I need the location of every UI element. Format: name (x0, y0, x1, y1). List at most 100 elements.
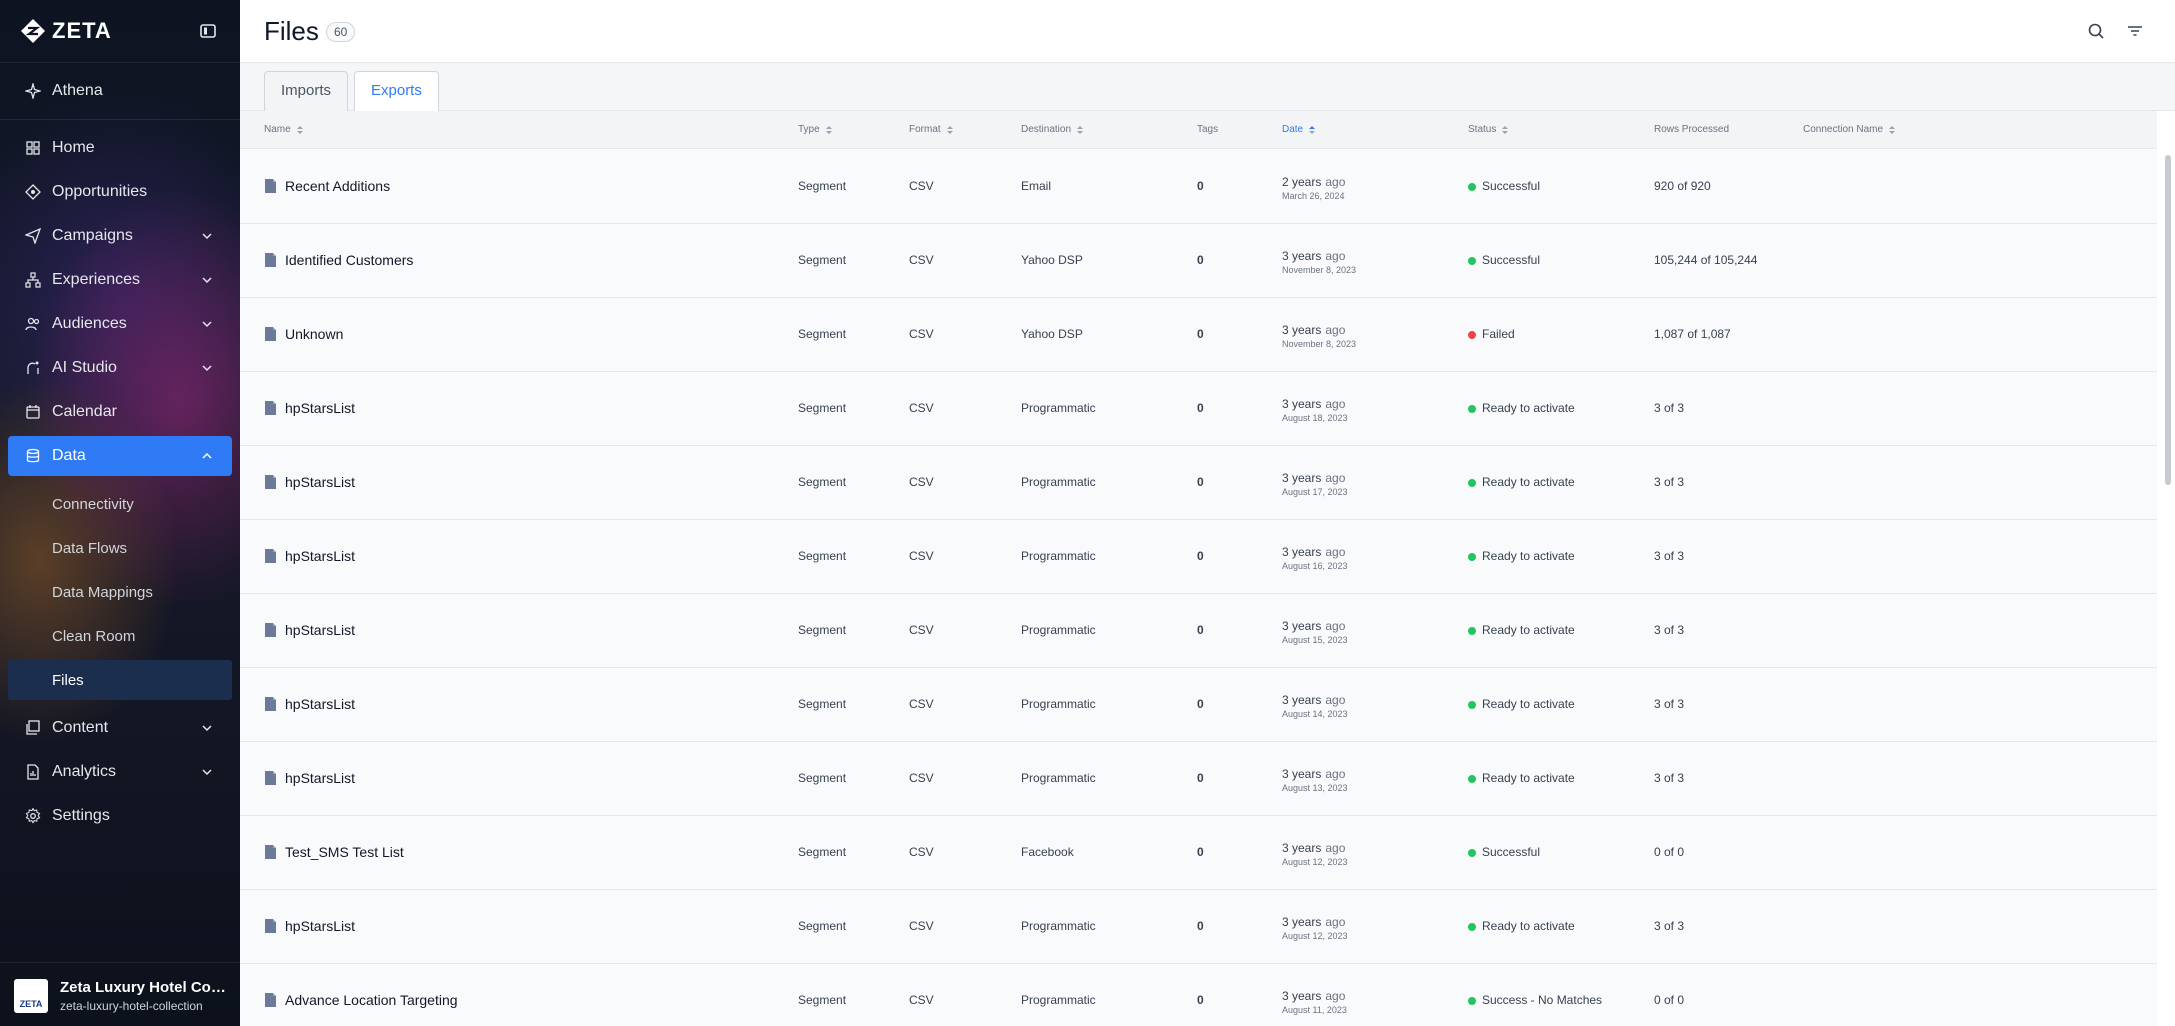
status-dot (1468, 775, 1476, 783)
cell-rows-processed: 0 of 0 (1654, 845, 1685, 859)
column-header-type[interactable]: Type (798, 124, 833, 135)
org-switcher[interactable]: ZETA Zeta Luxury Hotel Colle... zeta-lux… (0, 962, 240, 1026)
date-relative-value: 3 years (1282, 693, 1322, 707)
date-relative-value: 3 years (1282, 915, 1322, 929)
column-header-destination[interactable]: Destination (1021, 124, 1084, 135)
cell-destination: Facebook (1021, 845, 1074, 859)
file-name[interactable]: Recent Additions (285, 178, 390, 194)
cell-status: Ready to activate (1482, 401, 1575, 415)
file-name[interactable]: Advance Location Targeting (285, 992, 458, 1008)
table-header: Name Type Format Destination Tags Date S… (240, 111, 2157, 149)
file-name[interactable]: Identified Customers (285, 252, 413, 268)
sidebar-subitem-files[interactable]: Files (8, 660, 232, 700)
scrollbar-thumb[interactable] (2165, 155, 2171, 485)
file-name[interactable]: Unknown (285, 326, 343, 342)
file-name[interactable]: Test_SMS Test List (285, 844, 404, 860)
sidebar-item-label: Content (52, 719, 109, 736)
sidebar-item-analytics[interactable]: Analytics (8, 752, 232, 792)
sidebar-item-athena[interactable]: Athena (8, 71, 232, 111)
ai-studio-icon (24, 359, 42, 377)
column-header-format[interactable]: Format (909, 124, 954, 135)
table-row[interactable]: Recent Additions Segment CSV Email 0 920 of 9… (240, 150, 2157, 224)
divider (0, 62, 240, 63)
column-header-date[interactable]: Date (1282, 124, 1316, 135)
sidebar-item-calendar[interactable]: Calendar (8, 392, 232, 432)
cell-tags: 0 (1197, 401, 1204, 415)
cell-rows-processed: 1,087 of 1,087 (1654, 327, 1731, 341)
filter-icon[interactable] (2124, 20, 2146, 42)
sidebar-header: ZETA (0, 0, 240, 62)
sidebar-subitem-clean-room[interactable]: Clean Room (8, 616, 232, 656)
sidebar-item-home[interactable]: Home (8, 128, 232, 168)
brand-logo[interactable]: ZETA (20, 18, 112, 44)
chevron-down-icon (202, 769, 212, 776)
sidebar-subitem-connectivity[interactable]: Connectivity (8, 484, 232, 524)
file-name[interactable]: hpStarsList (285, 548, 355, 564)
file-name[interactable]: hpStarsList (285, 400, 355, 416)
date-relative-value: 3 years (1282, 249, 1322, 263)
sidebar-item-data[interactable]: Data (8, 436, 232, 476)
chevron-up-icon (202, 452, 212, 459)
table-row[interactable]: hpStarsList Segment CSV Programmatic 0 3 of 3… (240, 890, 2157, 964)
date-ago-suffix: ago (1325, 175, 1346, 189)
collapse-sidebar-icon[interactable] (198, 21, 218, 41)
column-header-status[interactable]: Status (1468, 124, 1509, 135)
sidebar-item-audiences[interactable]: Audiences (8, 304, 232, 344)
vertical-scrollbar[interactable] (2165, 150, 2171, 1026)
table-row[interactable]: hpStarsList Segment CSV Programmatic 0 3 of 3… (240, 520, 2157, 594)
search-icon[interactable] (2085, 20, 2107, 42)
table-row[interactable]: Unknown Segment CSV Yahoo DSP 0 1,087 of 1,08… (240, 298, 2157, 372)
column-header-connection-name[interactable]: Connection Name (1803, 124, 1896, 135)
sidebar-subitem-data-flows[interactable]: Data Flows (8, 528, 232, 568)
cell-format: CSV (909, 919, 934, 933)
table-row[interactable]: Advance Location Targeting Segment CSV Prog… (240, 964, 2157, 1026)
cell-status: Ready to activate (1482, 697, 1575, 711)
cell-date-relative: 3 years ago (1282, 989, 1345, 1003)
sidebar-item-experiences[interactable]: Experiences (8, 260, 232, 300)
cell-destination: Yahoo DSP (1021, 253, 1083, 267)
sidebar-item-content[interactable]: Content (8, 708, 232, 748)
tab-imports[interactable]: Imports (264, 71, 349, 111)
file-name[interactable]: hpStarsList (285, 918, 355, 934)
status-dot (1468, 849, 1476, 857)
table-row[interactable]: hpStarsList Segment CSV Programmatic 0 3 of 3… (240, 668, 2157, 742)
cell-status: Successful (1482, 253, 1541, 267)
sort-icon (946, 125, 953, 134)
cell-date-relative: 3 years ago (1282, 915, 1345, 929)
sort-icon (296, 125, 303, 134)
date-relative-value: 3 years (1282, 989, 1322, 1003)
table-row[interactable]: hpStarsList Segment CSV Programmatic 0 3 of 3… (240, 594, 2157, 668)
sidebar-item-opportunities[interactable]: Opportunities (8, 172, 232, 212)
date-ago-suffix: ago (1325, 323, 1346, 337)
table-row[interactable]: hpStarsList Segment CSV Programmatic 0 3 of 3… (240, 372, 2157, 446)
org-name: Zeta Luxury Hotel Colle... (60, 979, 230, 996)
cell-status: Ready to activate (1482, 475, 1575, 489)
file-name[interactable]: hpStarsList (285, 696, 355, 712)
cell-status: Failed (1482, 327, 1515, 341)
cell-date: August 15, 2023 (1282, 635, 1348, 645)
sort-icon (1889, 125, 1896, 134)
table-row[interactable]: Test_SMS Test List Segment CSV Facebook 0 0 o… (240, 816, 2157, 890)
tab-exports[interactable]: Exports (354, 71, 439, 112)
cell-format: CSV (909, 993, 934, 1007)
cell-destination: Programmatic (1021, 475, 1096, 489)
sidebar-item-campaigns[interactable]: Campaigns (8, 216, 232, 256)
table-row[interactable]: hpStarsList Segment CSV Programmatic 0 3 of 3… (240, 446, 2157, 520)
sidebar-item-settings[interactable]: Settings (8, 796, 232, 836)
sidebar-item-label: Opportunities (52, 183, 148, 200)
sidebar-subitem-data-mappings[interactable]: Data Mappings (8, 572, 232, 612)
column-header-name[interactable]: Name (264, 124, 304, 135)
file-name[interactable]: hpStarsList (285, 770, 355, 786)
file-name[interactable]: hpStarsList (285, 622, 355, 638)
date-relative-value: 3 years (1282, 545, 1322, 559)
cell-date: August 14, 2023 (1282, 709, 1348, 719)
file-name[interactable]: hpStarsList (285, 474, 355, 490)
table-row[interactable]: Identified Customers Segment CSV Yahoo DSP 0… (240, 224, 2157, 298)
status-dot (1468, 405, 1476, 413)
sidebar-item-ai-studio[interactable]: AI Studio (8, 348, 232, 388)
table-row[interactable]: hpStarsList Segment CSV Programmatic 0 3 of 3… (240, 742, 2157, 816)
sort-icon (825, 125, 832, 134)
cell-rows-processed: 3 of 3 (1654, 549, 1685, 563)
chevron-down-icon (202, 277, 212, 284)
cell-date-relative: 3 years ago (1282, 397, 1345, 411)
